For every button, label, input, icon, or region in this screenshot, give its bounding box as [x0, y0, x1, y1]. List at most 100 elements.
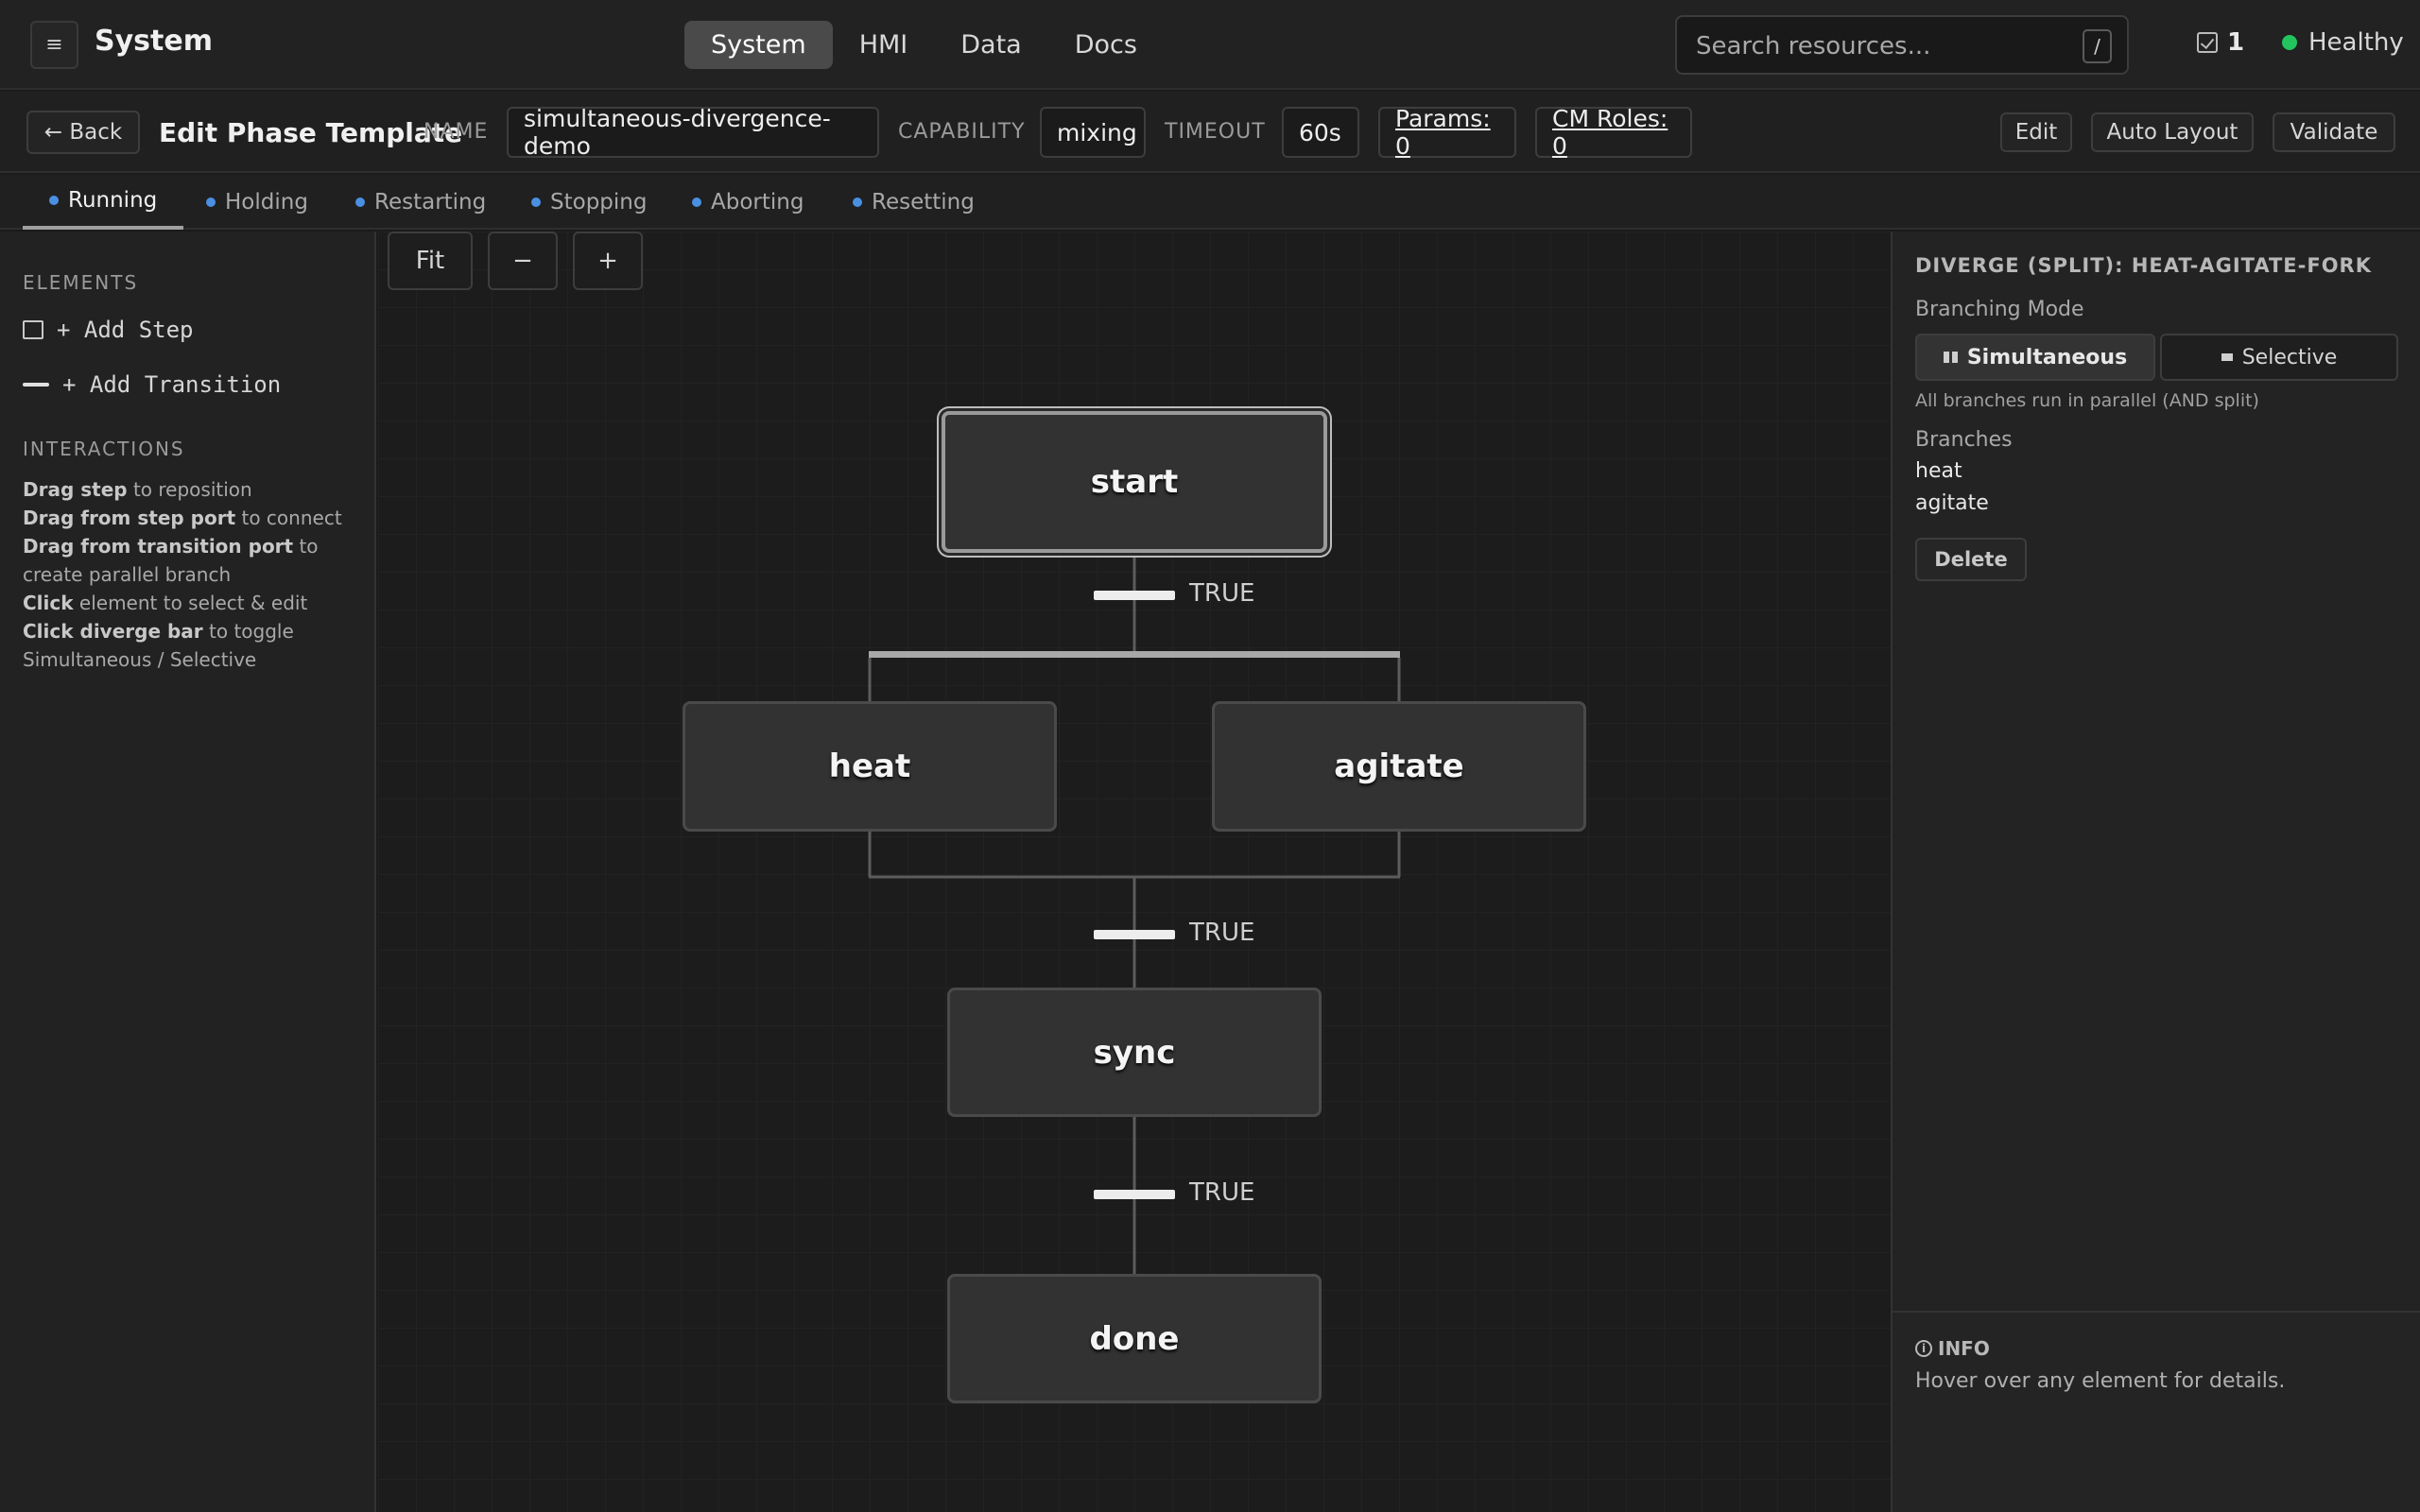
selective-mode-button[interactable]: Selective: [2160, 334, 2398, 381]
panel-title: DIVERGE (SPLIT): HEAT-AGITATE-FORK: [1915, 254, 2372, 277]
health-status: Healthy: [2282, 28, 2404, 57]
tab-label: Running: [68, 188, 158, 213]
health-label: Healthy: [2308, 28, 2404, 57]
notification-count: 1: [2227, 28, 2245, 57]
name-label: NAME: [424, 120, 489, 144]
status-dot-icon: [2282, 35, 2297, 50]
hint-bold: Drag step: [23, 478, 128, 501]
parallel-bars-icon: [1943, 352, 1958, 363]
top-bar: ≡ System System HMI Data Docs Search res…: [0, 0, 2420, 90]
branch-item: heat: [1915, 459, 1962, 483]
step-done[interactable]: done: [947, 1274, 1322, 1403]
app-title: System: [95, 25, 213, 58]
capability-field[interactable]: mixing: [1040, 107, 1146, 158]
state-dot-icon: [692, 198, 701, 207]
info-icon: i: [1915, 1340, 1932, 1357]
elements-sidebar: ELEMENTS + Add Step + Add Transition INT…: [0, 232, 376, 1512]
tab-label: Restarting: [374, 190, 487, 215]
add-step-label: + Add Step: [57, 317, 194, 343]
auto-layout-button[interactable]: Auto Layout: [2091, 112, 2254, 152]
info-title: i INFO: [1915, 1337, 1990, 1360]
tab-restarting[interactable]: Restarting: [329, 175, 512, 230]
transition-line-icon: [23, 383, 49, 387]
template-header: ← Back Edit Phase Template NAME simultan…: [0, 92, 2420, 173]
hint-item: Click element to select & edit: [23, 589, 363, 617]
transition-bar[interactable]: [1094, 930, 1175, 939]
hint-bold: Click diverge bar: [23, 620, 203, 643]
add-transition-label: + Add Transition: [62, 371, 282, 398]
cm-roles-link[interactable]: CM Roles: 0: [1535, 105, 1692, 160]
add-step-button[interactable]: + Add Step: [23, 317, 194, 343]
tab-holding[interactable]: Holding: [180, 175, 335, 230]
hint-item: Drag from step port to connect: [23, 504, 363, 532]
capability-label: CAPABILITY: [898, 120, 1026, 144]
tab-label: Holding: [225, 190, 308, 215]
delete-button[interactable]: Delete: [1915, 538, 2027, 581]
simultaneous-mode-button[interactable]: Simultaneous: [1915, 334, 2155, 381]
state-dot-icon: [355, 198, 365, 207]
hint-text: to reposition: [127, 478, 252, 501]
selective-label: Selective: [2241, 345, 2338, 369]
search-shortcut-key: /: [2083, 29, 2112, 63]
info-panel: i INFO Hover over any element for detail…: [1893, 1311, 2420, 1512]
timeout-field[interactable]: 60s: [1282, 107, 1359, 158]
single-bar-icon: [2221, 353, 2233, 361]
state-dot-icon: [206, 198, 216, 207]
back-button[interactable]: ← Back: [26, 111, 140, 154]
step-square-icon: [23, 320, 43, 339]
add-transition-button[interactable]: + Add Transition: [23, 371, 281, 398]
step-agitate[interactable]: agitate: [1212, 701, 1586, 832]
nav-docs[interactable]: Docs: [1048, 21, 1164, 69]
diverge-bar[interactable]: [869, 651, 1400, 658]
step-start[interactable]: start: [942, 411, 1327, 553]
sfc-canvas[interactable]: Fit − + TRUE TRUE TRUE start heat agitat…: [378, 232, 1891, 1512]
hint-bold: Click: [23, 592, 74, 614]
nav-data[interactable]: Data: [934, 21, 1047, 69]
simultaneous-label: Simultaneous: [1966, 345, 2128, 369]
params-link[interactable]: Params: 0: [1378, 105, 1516, 160]
timeout-label: TIMEOUT: [1165, 120, 1266, 144]
transition-bar[interactable]: [1094, 591, 1175, 600]
tab-label: Aborting: [711, 190, 804, 215]
step-sync[interactable]: sync: [947, 988, 1322, 1117]
tab-resetting[interactable]: Resetting: [826, 175, 1001, 230]
nav-system[interactable]: System: [684, 21, 833, 69]
hint-text: element to select & edit: [73, 592, 308, 614]
transition-condition[interactable]: TRUE: [1189, 1178, 1254, 1207]
checkbox-icon: [2197, 32, 2218, 53]
main-nav: System HMI Data Docs: [684, 21, 1164, 69]
menu-icon[interactable]: ≡: [30, 21, 78, 69]
tab-running[interactable]: Running: [23, 175, 184, 230]
transition-condition[interactable]: TRUE: [1189, 579, 1254, 608]
state-dot-icon: [853, 198, 862, 207]
info-title-label: INFO: [1938, 1337, 1990, 1360]
name-field[interactable]: simultaneous-divergence-demo: [507, 105, 879, 160]
hint-item: Drag from transition port to create para…: [23, 532, 363, 589]
hint-item: Drag step to reposition: [23, 475, 363, 504]
interactions-section-title: INTERACTIONS: [23, 438, 185, 460]
edit-button[interactable]: Edit: [2000, 112, 2072, 152]
hint-bold: Drag from step port: [23, 507, 236, 529]
branching-mode-label: Branching Mode: [1915, 298, 2084, 321]
search-input[interactable]: Search resources... /: [1675, 15, 2129, 75]
tab-label: Resetting: [872, 190, 975, 215]
transition-bar[interactable]: [1094, 1190, 1175, 1199]
validate-button[interactable]: Validate: [2273, 112, 2395, 152]
tab-stopping[interactable]: Stopping: [505, 175, 673, 230]
state-dot-icon: [49, 196, 59, 205]
branch-item: agitate: [1915, 491, 1989, 515]
search-placeholder: Search resources...: [1696, 32, 1931, 60]
tab-aborting[interactable]: Aborting: [666, 175, 830, 230]
branches-label: Branches: [1915, 428, 2013, 452]
mode-description: All branches run in parallel (AND split): [1915, 390, 2259, 411]
state-tabs: Running Holding Restarting Stopping Abor…: [0, 175, 2420, 230]
transition-condition[interactable]: TRUE: [1189, 919, 1254, 947]
properties-panel: DIVERGE (SPLIT): HEAT-AGITATE-FORK Branc…: [1891, 232, 2420, 1512]
notifications-button[interactable]: 1: [2197, 28, 2244, 57]
step-heat[interactable]: heat: [683, 701, 1057, 832]
elements-section-title: ELEMENTS: [23, 271, 139, 294]
nav-hmi[interactable]: HMI: [833, 21, 935, 69]
hint-text: to connect: [235, 507, 342, 529]
info-text: Hover over any element for details.: [1915, 1369, 2286, 1393]
hint-item: Click diverge bar to toggle Simultaneous…: [23, 617, 363, 674]
